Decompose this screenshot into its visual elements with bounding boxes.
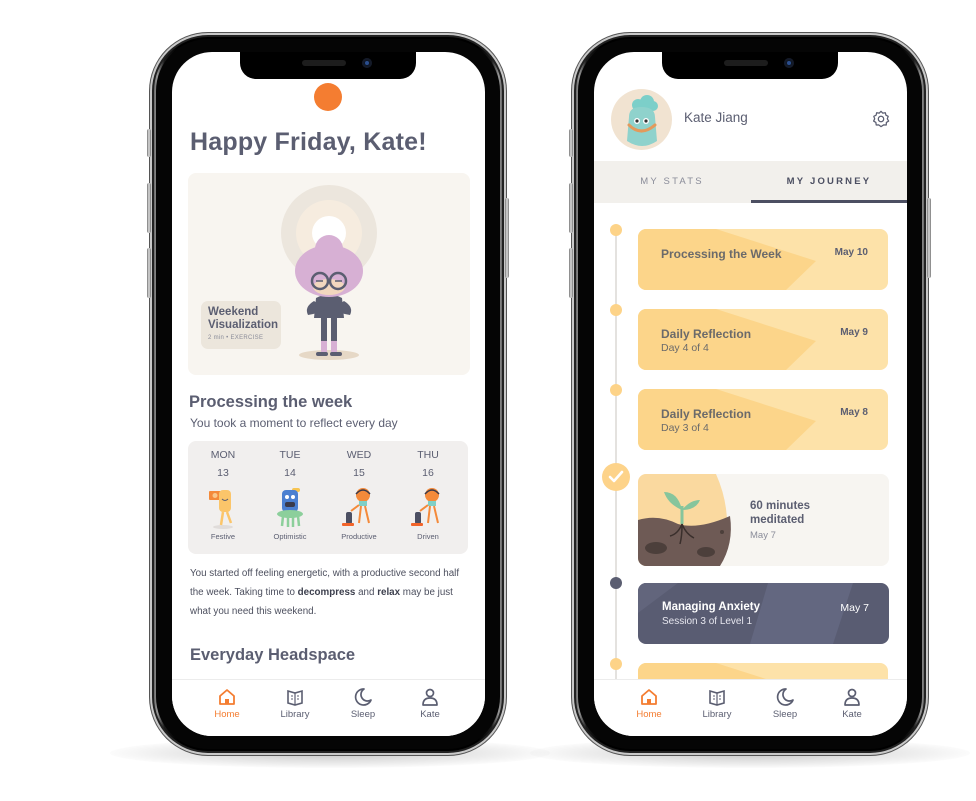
timeline-dot xyxy=(610,304,622,316)
day-name: TUE xyxy=(279,449,301,461)
day-date: 14 xyxy=(284,467,296,479)
featured-card[interactable]: Weekend Visualization 2 min • EXERCISE xyxy=(188,173,470,375)
day-column[interactable]: MON 13 Festive xyxy=(188,441,258,541)
gear-icon[interactable] xyxy=(872,110,890,128)
day-mood: Festive xyxy=(210,532,236,541)
journey-title: Daily Reflection xyxy=(661,327,752,341)
journey-date: May 9 xyxy=(840,327,868,338)
timeline-dot xyxy=(610,224,622,236)
featured-title-line1: Weekend xyxy=(208,306,259,318)
tab-sleep[interactable]: Sleep xyxy=(755,687,815,720)
headspace-logo[interactable] xyxy=(314,83,342,111)
tab-my-stats[interactable]: MY STATS xyxy=(594,161,750,203)
day-name: THU xyxy=(417,449,439,461)
greeting-title: Happy Friday, Kate! xyxy=(190,128,427,156)
profile-tabs: MY STATS MY JOURNEY xyxy=(594,161,907,203)
processing-subtitle: You took a moment to reflect every day xyxy=(190,416,398,430)
week-summary: You started off feeling energetic, with … xyxy=(190,568,460,617)
sprout-illustration xyxy=(638,474,731,566)
phone-frame-home: Happy Friday, Kate! Weekend Visualizatio… xyxy=(147,33,509,755)
person-icon xyxy=(844,688,860,706)
day-column[interactable]: WED 15 Productive xyxy=(324,441,394,541)
journey-subtitle: Day 4 of 4 xyxy=(661,342,709,354)
checkmark-icon xyxy=(608,470,624,483)
featured-title-line2: Visualization xyxy=(208,319,279,331)
home-screen: Happy Friday, Kate! Weekend Visualizatio… xyxy=(172,52,485,736)
productive-character-icon xyxy=(342,488,371,526)
driven-character-icon xyxy=(411,488,440,526)
day-column[interactable]: THU 16 Driven xyxy=(393,441,463,541)
book-icon xyxy=(287,689,303,706)
person-icon xyxy=(422,688,438,706)
journey-date: May 8 xyxy=(840,407,868,418)
day-column[interactable]: TUE 14 Optimistic xyxy=(255,441,325,541)
festive-character-icon xyxy=(209,490,233,529)
journey-card[interactable]: Processing the Week May 10 xyxy=(638,229,888,290)
everyday-headspace-title: Everyday Headspace xyxy=(190,646,356,664)
course-subtitle: Session 3 of Level 1 xyxy=(662,616,753,627)
tab-home[interactable]: Home xyxy=(197,687,257,720)
course-date: May 7 xyxy=(840,602,869,614)
day-mood: Driven xyxy=(417,532,439,541)
timeline-check xyxy=(602,463,630,491)
tab-my-journey[interactable]: MY JOURNEY xyxy=(751,161,907,203)
day-name: WED xyxy=(346,449,372,461)
day-date: 16 xyxy=(422,467,434,479)
day-mood: Productive xyxy=(341,532,377,541)
tab-sleep[interactable]: Sleep xyxy=(333,687,393,720)
tab-library[interactable]: Library xyxy=(687,687,747,720)
timeline-line xyxy=(615,232,617,692)
course-card[interactable]: Managing Anxiety Session 3 of Level 1 Ma… xyxy=(638,583,889,644)
tab-profile[interactable]: Kate xyxy=(400,687,460,720)
moon-icon xyxy=(776,688,794,706)
day-date: 13 xyxy=(217,467,229,479)
processing-title: Processing the week xyxy=(189,393,353,411)
notch xyxy=(662,52,838,79)
notch xyxy=(240,52,416,79)
avatar-character-icon xyxy=(627,95,658,146)
milestone-title: 60 minutes meditated xyxy=(750,500,811,526)
journey-card[interactable]: Daily Reflection Day 4 of 4 May 9 xyxy=(638,309,888,370)
day-date: 15 xyxy=(353,467,365,479)
week-mood-card[interactable]: MON 13 Festive TUE 14 Optimistic WED 15 … xyxy=(188,441,468,554)
optimistic-character-icon xyxy=(277,488,303,527)
journey-date: May 10 xyxy=(834,247,868,258)
milestone-date: May 7 xyxy=(750,530,776,541)
bottom-tab-bar: Home Library Sleep Kate xyxy=(172,679,485,736)
timeline-dot xyxy=(610,658,622,670)
phone-frame-profile: Kate Jiang MY STATS MY JOURNEY Processin… xyxy=(569,33,931,755)
journey-title: Daily Reflection xyxy=(661,407,752,421)
timeline-dot xyxy=(610,577,622,589)
home-icon xyxy=(641,689,657,705)
featured-label: Weekend Visualization 2 min • EXERCISE xyxy=(201,301,281,349)
featured-meta: 2 min • EXERCISE xyxy=(208,335,264,341)
moon-icon xyxy=(354,688,372,706)
home-icon xyxy=(219,689,235,705)
journey-card[interactable]: Daily Reflection Day 3 of 4 May 8 xyxy=(638,389,888,450)
profile-screen: Kate Jiang MY STATS MY JOURNEY Processin… xyxy=(594,52,907,736)
tab-home[interactable]: Home xyxy=(619,687,679,720)
course-title: Managing Anxiety xyxy=(662,601,760,613)
milestone-card[interactable]: 60 minutes meditated May 7 xyxy=(638,474,889,566)
avatar[interactable] xyxy=(611,89,672,150)
book-icon xyxy=(709,689,725,706)
tab-profile[interactable]: Kate xyxy=(822,687,882,720)
day-mood: Optimistic xyxy=(273,532,307,541)
profile-name: Kate Jiang xyxy=(684,110,748,125)
tab-library[interactable]: Library xyxy=(265,687,325,720)
day-name: MON xyxy=(210,449,236,461)
timeline-dot xyxy=(610,384,622,396)
journey-title: Processing the Week xyxy=(661,247,782,261)
bottom-tab-bar: Home Library Sleep Kate xyxy=(594,679,907,736)
journey-subtitle: Day 3 of 4 xyxy=(661,422,709,434)
